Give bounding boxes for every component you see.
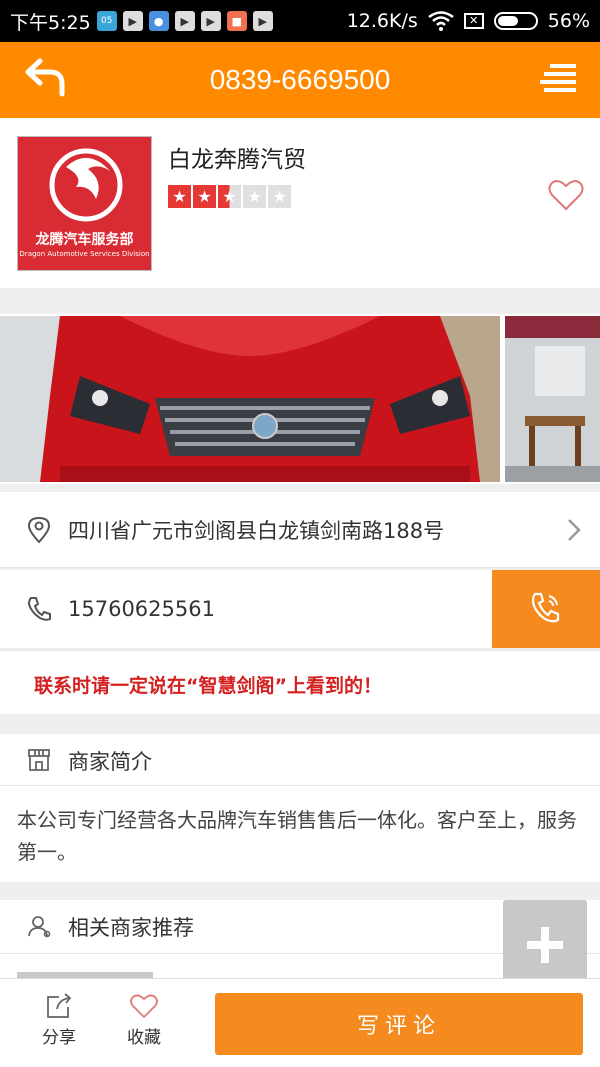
store-icon <box>28 749 50 771</box>
photo-gallery[interactable] <box>0 314 600 484</box>
shop-phone: 15760625561 <box>68 597 215 621</box>
star-icon: ★ <box>218 185 241 208</box>
notification-play-icon: ▶ <box>252 11 273 31</box>
star-icon: ★ <box>243 185 266 208</box>
status-time: 下午5:25 <box>10 11 91 34</box>
address-row[interactable]: 四川省广元市剑阁县白龙镇剑南路188号 <box>0 492 600 568</box>
phone-icon <box>27 597 51 621</box>
intro-body: 本公司专门经营各大品牌汽车销售售后一体化。客户至上，服务第一。 <box>17 808 577 864</box>
notification-play-icon: ▶ <box>200 11 221 31</box>
network-speed: 12.6K/s <box>346 10 418 32</box>
dragon-logo-icon <box>49 148 123 222</box>
logo-brand-subtext: Dragon Automotive Services Division <box>19 250 150 258</box>
shop-logo: 龙腾汽车服务部 Dragon Automotive Services Divis… <box>17 136 152 271</box>
star-icon: ★ <box>168 185 191 208</box>
car-photo[interactable] <box>0 316 500 482</box>
logo-brand-text: 龙腾汽车服务部 <box>35 232 134 248</box>
notification-app-icon: ■ <box>226 11 247 31</box>
notification-app-icon: ● <box>148 11 169 31</box>
phone-row[interactable]: 15760625561 <box>0 570 600 648</box>
intro-title: 商家简介 <box>68 750 152 774</box>
wifi-icon <box>428 11 454 31</box>
call-phone-icon <box>531 592 560 623</box>
location-pin-icon <box>27 516 51 543</box>
status-bar: 下午5:25 05 ▶ ● ▶ ▶ ■ ▶ 12.6K/s ✕ 56% <box>0 0 600 42</box>
share-label: 分享 <box>42 1028 76 1048</box>
star-icon: ★ <box>193 185 216 208</box>
notification-app-icon: 05 <box>96 11 117 31</box>
shop-name: 白龙奔腾汽贸 <box>168 147 306 173</box>
showroom-photo[interactable] <box>505 316 600 482</box>
favorite-heart-icon[interactable] <box>548 178 584 212</box>
notification-play-icon: ▶ <box>174 11 195 31</box>
heart-icon <box>130 994 158 1019</box>
battery-icon <box>493 12 538 30</box>
bottom-action-bar: 分享 收藏 写评论 <box>0 978 600 1067</box>
list-menu-icon[interactable] <box>540 64 576 92</box>
contact-notice: 联系时请一定说在“智慧剑阁”上看到的！ <box>0 650 600 714</box>
back-arrow-icon[interactable] <box>22 58 66 98</box>
related-title: 相关商家推荐 <box>68 916 194 940</box>
notice-text: 联系时请一定说在“智慧剑阁”上看到的！ <box>34 675 382 697</box>
intro-header: 商家简介 <box>0 734 600 786</box>
shop-intro-section: 商家简介 本公司专门经营各大品牌汽车销售售后一体化。客户至上，服务第一。 <box>0 734 600 882</box>
no-sim-icon: ✕ <box>463 13 484 29</box>
favorite-label: 收藏 <box>127 1028 161 1048</box>
header-phone-title[interactable]: 0839-6669500 <box>210 64 391 96</box>
plus-icon <box>527 927 563 963</box>
write-comment-button[interactable]: 写评论 <box>215 993 583 1055</box>
shop-card: 龙腾汽车服务部 Dragon Automotive Services Divis… <box>0 118 600 288</box>
rating-stars: ★ ★ ★ ★ ★ <box>168 185 291 208</box>
shop-address: 四川省广元市剑阁县白龙镇剑南路188号 <box>68 518 445 543</box>
notification-play-icon: ▶ <box>122 11 143 31</box>
floating-add-button[interactable] <box>503 900 587 990</box>
favorite-button[interactable]: 收藏 <box>114 993 174 1048</box>
chevron-right-icon <box>568 518 581 541</box>
user-icon <box>28 916 51 938</box>
share-icon <box>47 993 72 1018</box>
star-icon: ★ <box>268 185 291 208</box>
share-button[interactable]: 分享 <box>29 993 89 1048</box>
battery-percent: 56% <box>547 10 590 32</box>
app-header: 0839-6669500 <box>0 42 600 118</box>
call-button[interactable] <box>492 570 600 648</box>
